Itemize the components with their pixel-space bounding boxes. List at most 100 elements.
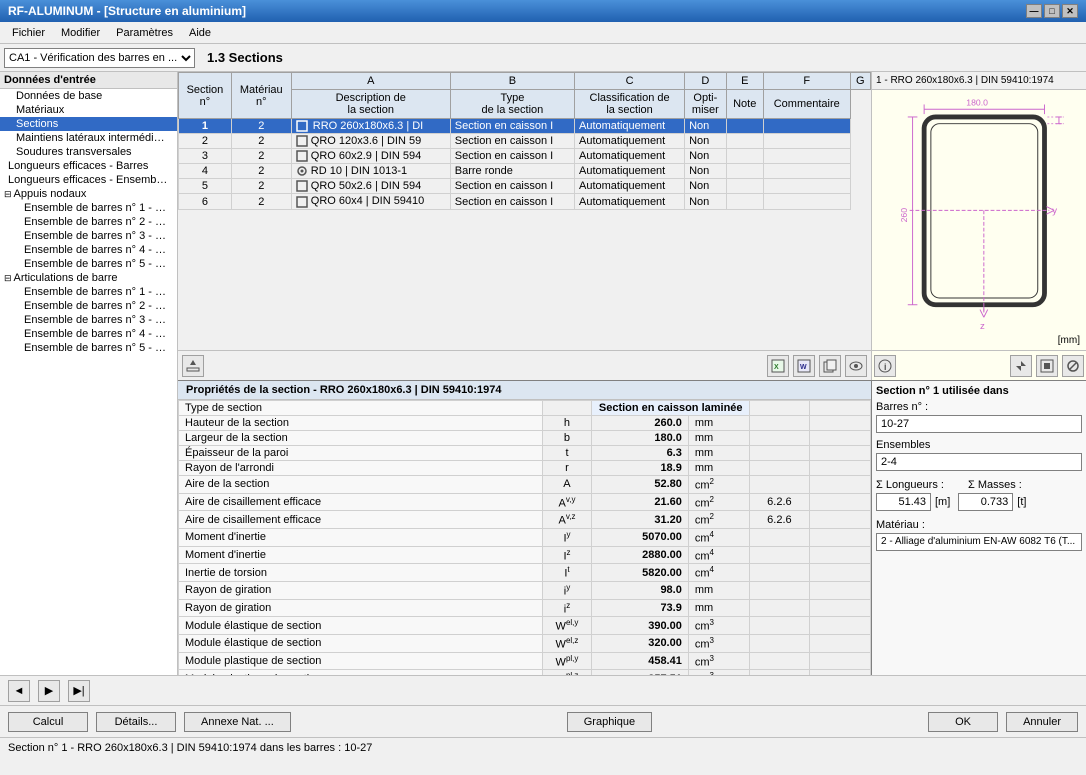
table-row[interactable]: 4 2 RD 10 | DIN 1013-1 Barre ronde Autom… xyxy=(179,164,871,179)
props-header: Propriétés de la section - RRO 260x180x6… xyxy=(178,381,871,400)
col-sub-description: Description dela section xyxy=(291,90,450,119)
menu-fichier[interactable]: Fichier xyxy=(4,25,53,41)
preview-panel: 1 - RRO 260x180x6.3 | DIN 59410:1974 180… xyxy=(871,72,1086,380)
sidebar-item-appuis-2[interactable]: Ensemble de barres n° 2 - U... xyxy=(0,215,177,229)
sidebar-group-appuis[interactable]: ⊟ Appuis nodaux xyxy=(0,187,177,201)
props-row: Module élastique de section Wel,z 320.00… xyxy=(179,634,871,652)
col-header-f: F xyxy=(763,73,850,90)
table-scroll[interactable]: Sectionn° Matériaun° A B C D E F G xyxy=(178,72,871,350)
sidebar-item-appuis-1[interactable]: Ensemble de barres n° 1 - F... xyxy=(0,201,177,215)
sidebar-item-appuis-3[interactable]: Ensemble de barres n° 3 - U... xyxy=(0,229,177,243)
props-rayon-arrondi-label: Rayon de l'arrondi xyxy=(179,461,543,476)
table-container: Sectionn° Matériaun° A B C D E F G xyxy=(178,72,871,380)
props-type-note xyxy=(749,401,810,416)
sidebar-item-longueurs-ensemble[interactable]: Longueurs efficaces - Ensemble... xyxy=(0,173,177,187)
info-btn[interactable]: i xyxy=(874,355,896,377)
ok-btn[interactable]: OK xyxy=(928,712,998,732)
props-cisail1-value: 21.60 xyxy=(591,493,688,511)
masses-value: 0.733 xyxy=(958,493,1013,511)
svg-text:260: 260 xyxy=(898,208,908,223)
props-table: Type de section Section en caisson lamin… xyxy=(178,400,871,675)
sidebar-item-soudures[interactable]: Soudures transversales xyxy=(0,145,177,159)
nav-last-btn[interactable]: ▶| xyxy=(68,680,90,702)
sidebar-item-sections[interactable]: Sections xyxy=(0,117,177,131)
sidebar-item-artic-4[interactable]: Ensemble de barres n° 4 - U... xyxy=(0,327,177,341)
table-row[interactable]: 5 2 QRO 50x2.6 | DIN 594 Section en cais… xyxy=(179,179,871,194)
menu-parametres[interactable]: Paramètres xyxy=(108,25,181,41)
props-cisail2-unit: cm2 xyxy=(688,511,749,529)
close-btn[interactable]: ✕ xyxy=(1062,4,1078,18)
sidebar-item-artic-1[interactable]: Ensemble de barres n° 1 - F... xyxy=(0,285,177,299)
props-hauteur-sym: h xyxy=(543,416,592,431)
case-selector[interactable]: CA1 - Vérification des barres en ... xyxy=(4,48,195,68)
nav-prev-btn[interactable]: ◄ xyxy=(8,680,30,702)
props-giration2-unit: mm xyxy=(688,599,749,617)
col-sub-type: Typede la section xyxy=(450,90,574,119)
import-btn[interactable] xyxy=(182,355,204,377)
props-aire-unit: cm2 xyxy=(688,476,749,494)
table-row[interactable]: 1 2 RRO 260x180x6.3 | DI Section en cais… xyxy=(179,119,871,134)
longueur-value: 51.43 xyxy=(876,493,931,511)
annuler-btn[interactable]: Annuler xyxy=(1006,712,1078,732)
props-type-label: Type de section xyxy=(179,401,543,416)
props-scroll[interactable]: Type de section Section en caisson lamin… xyxy=(178,400,871,675)
sidebar-item-artic-5[interactable]: Ensemble de barres n° 5 - U... xyxy=(0,341,177,355)
sidebar-item-appuis-4[interactable]: Ensemble de barres n° 4 - U... xyxy=(0,243,177,257)
ensembles-value: 2-4 xyxy=(876,453,1082,471)
menu-aide[interactable]: Aide xyxy=(181,25,219,41)
calcul-btn[interactable]: Calcul xyxy=(8,712,88,732)
sidebar-item-donnees-base[interactable]: Données de base xyxy=(0,89,177,103)
zoom-fit-btn[interactable] xyxy=(1036,355,1058,377)
graphique-btn[interactable]: Graphique xyxy=(567,712,652,732)
col-sub-optimiser: Opti-miser xyxy=(685,90,726,119)
annexe-btn[interactable]: Annexe Nat. ... xyxy=(184,712,291,732)
props-aire-sym: A xyxy=(543,476,592,494)
props-welastic1-unit: cm3 xyxy=(688,617,749,635)
props-rayon-arrondi-value: 18.9 xyxy=(591,461,688,476)
export-excel-btn[interactable]: X xyxy=(767,355,789,377)
preview-toolbar: i xyxy=(872,350,1086,380)
props-giration1-unit: mm xyxy=(688,581,749,599)
props-row: Largeur de la section b 180.0 mm xyxy=(179,431,871,446)
maximize-btn[interactable]: □ xyxy=(1044,4,1060,18)
minimize-btn[interactable]: — xyxy=(1026,4,1042,18)
svg-text:X: X xyxy=(774,364,779,371)
col-sub-classification: Classification dela section xyxy=(575,90,685,119)
props-row: Module plastique de section Wpl,z 357.51… xyxy=(179,670,871,675)
copy-btn[interactable] xyxy=(819,355,841,377)
props-row: Module plastique de section Wpl,y 458.41… xyxy=(179,652,871,670)
table-row[interactable]: 6 2 QRO 60x4 | DIN 59410 Section en cais… xyxy=(179,194,871,209)
sidebar-item-articulations: Articulations de barre xyxy=(14,272,118,284)
window-controls: — □ ✕ xyxy=(1026,4,1078,18)
sidebar-item-longueurs-barres[interactable]: Longueurs efficaces - Barres xyxy=(0,159,177,173)
export-word-btn[interactable]: W xyxy=(793,355,815,377)
props-giration2-value: 73.9 xyxy=(591,599,688,617)
section-title: 1.3 Sections xyxy=(199,50,283,65)
details-btn[interactable]: Détails... xyxy=(96,712,176,732)
props-inertie-sym: It xyxy=(543,564,592,582)
zoom-out-btn[interactable] xyxy=(1062,355,1084,377)
properties-panel: Propriétés de la section - RRO 260x180x6… xyxy=(178,381,871,675)
props-moment2-unit: cm4 xyxy=(688,546,749,564)
props-giration1-label: Rayon de giration xyxy=(179,581,543,599)
sidebar-item-appuis-5[interactable]: Ensemble de barres n° 5 - U... xyxy=(0,257,177,271)
col-header-section: Sectionn° xyxy=(179,73,232,119)
table-preview-area: Sectionn° Matériaun° A B C D E F G xyxy=(178,72,1086,380)
sidebar-item-artic-2[interactable]: Ensemble de barres n° 2 - U... xyxy=(0,299,177,313)
props-wplastic1-label: Module plastique de section xyxy=(179,652,543,670)
sidebar-group-articulations[interactable]: ⊟ Articulations de barre xyxy=(0,271,177,285)
info-icon: i xyxy=(878,359,892,373)
sidebar-item-artic-3[interactable]: Ensemble de barres n° 3 - U... xyxy=(0,313,177,327)
menu-modifier[interactable]: Modifier xyxy=(53,25,108,41)
toolbar-row: CA1 - Vérification des barres en ... 1.3… xyxy=(0,44,1086,72)
table-row[interactable]: 3 2 QRO 60x2.9 | DIN 594 Section en cais… xyxy=(179,149,871,164)
sidebar-item-materiaux[interactable]: Matériaux xyxy=(0,103,177,117)
zoom-in-btn[interactable] xyxy=(1010,355,1032,377)
sidebar-item-maintiens[interactable]: Maintiens latéraux intermédiair... xyxy=(0,131,177,145)
nav-next-btn[interactable]: ▶ xyxy=(38,680,60,702)
table-row[interactable]: 2 2 QRO 120x3.6 | DIN 59 Section en cais… xyxy=(179,134,871,149)
view-btn[interactable] xyxy=(845,355,867,377)
import-icon xyxy=(186,359,200,373)
props-row: Aire de cisaillement efficace Av,z 31.20… xyxy=(179,511,871,529)
props-inertie-unit: cm4 xyxy=(688,564,749,582)
